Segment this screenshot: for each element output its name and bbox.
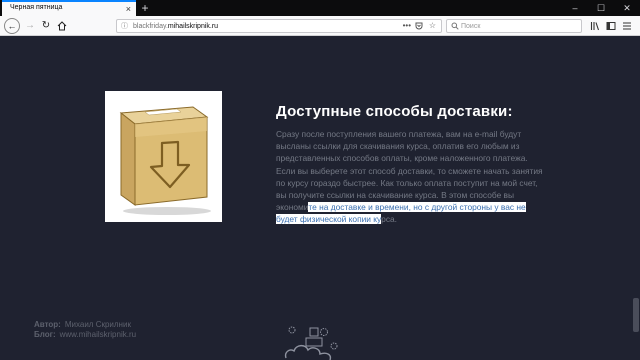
- page-content: Доступные способы доставки: Сразу после …: [0, 36, 640, 360]
- author-label: Автор:: [34, 320, 61, 329]
- address-bar[interactable]: ⓘ blackfriday.mihailskripnik.ru ••• ☆: [116, 19, 442, 33]
- home-button[interactable]: [54, 18, 70, 34]
- blog-link[interactable]: www.mihailskripnik.ru: [60, 330, 136, 339]
- search-input[interactable]: Поиск: [446, 19, 582, 33]
- hamburger-icon: [623, 22, 631, 30]
- minimize-button[interactable]: –: [562, 0, 588, 16]
- sidebar-button[interactable]: [604, 18, 618, 34]
- page-actions-menu[interactable]: •••: [403, 20, 411, 31]
- footer-author-row: Автор: Михаил Скрилник: [34, 320, 136, 330]
- reload-icon: ↻: [41, 20, 51, 31]
- sidebar-icon: [606, 22, 616, 30]
- search-placeholder: Поиск: [461, 23, 481, 30]
- delivery-description: Сразу после поступления вашего платежа, …: [276, 129, 543, 225]
- author-name: Михаил Скрилник: [64, 320, 131, 329]
- menu-button[interactable]: [620, 18, 634, 34]
- reload-button[interactable]: ↻: [38, 18, 54, 34]
- forward-button[interactable]: →: [22, 18, 38, 34]
- maximize-button[interactable]: ☐: [588, 0, 614, 16]
- back-button[interactable]: ←: [4, 18, 20, 34]
- scrollbar-thumb[interactable]: [633, 298, 639, 332]
- tab-title: Черная пятница: [10, 4, 63, 11]
- new-tab-button[interactable]: +: [138, 0, 152, 16]
- box-download-icon: [119, 106, 211, 215]
- tab-close-button[interactable]: ×: [126, 3, 131, 15]
- tab-strip: Черная пятница × + – ☐ ✕: [0, 0, 640, 16]
- footer-blog-row: Блог: www.mihailskripnik.ru: [34, 330, 136, 340]
- delivery-heading: Доступные способы доставки:: [276, 103, 513, 120]
- arrow-left-icon: ←: [7, 21, 17, 31]
- tab-active[interactable]: Черная пятница ×: [2, 0, 136, 16]
- library-icon: [590, 22, 600, 31]
- home-icon: [57, 21, 67, 31]
- scrollbar-track[interactable]: [632, 36, 640, 360]
- bookmark-star-icon[interactable]: ☆: [429, 20, 436, 31]
- library-button[interactable]: [588, 18, 602, 34]
- close-window-button[interactable]: ✕: [614, 0, 640, 16]
- footer-credits: Автор: Михаил Скрилник Блог: www.mihailskr…: [34, 320, 136, 340]
- info-icon[interactable]: ⓘ: [121, 21, 128, 32]
- gears-cloud-icon: [284, 326, 338, 360]
- url-text: blackfriday.mihailskripnik.ru: [133, 23, 219, 30]
- pocket-icon[interactable]: [415, 20, 423, 33]
- search-icon: [451, 20, 459, 34]
- navigation-toolbar: ← → ↻ ⓘ blackfriday.mihailskripnik.ru ••…: [0, 16, 640, 36]
- product-image: [105, 91, 222, 222]
- blog-label: Блог:: [34, 330, 56, 339]
- selected-text: те на доставке и времени, но с другой ст…: [276, 202, 526, 225]
- arrow-right-icon: →: [25, 20, 35, 31]
